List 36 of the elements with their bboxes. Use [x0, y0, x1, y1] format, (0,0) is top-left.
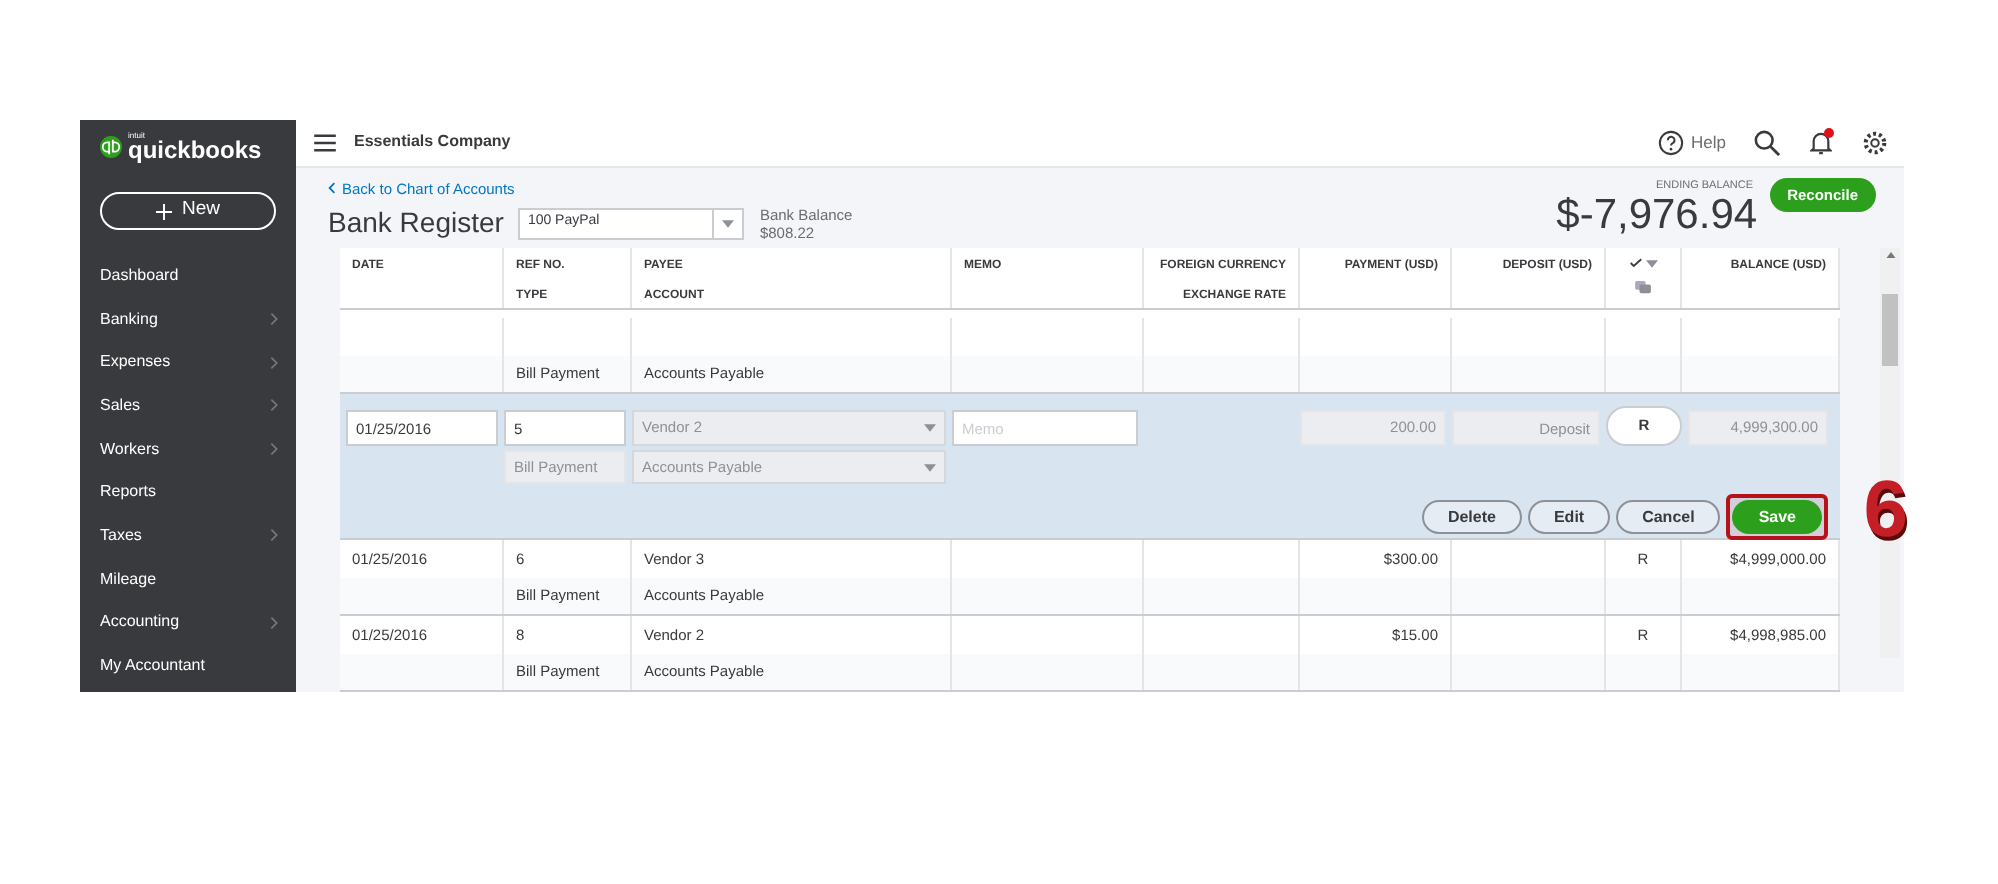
plus-icon	[155, 203, 172, 219]
chevron-left-icon	[328, 182, 336, 195]
action-button[interactable]: Delete	[1421, 500, 1522, 534]
sidebar-item[interactable]: Taxes	[80, 514, 296, 558]
sidebar-item[interactable]: My Accountant	[80, 644, 296, 688]
action-button[interactable]: Edit	[1527, 500, 1611, 534]
ending-balance-value: $-7,976.94	[1556, 194, 1758, 238]
caret-icon	[924, 424, 936, 432]
page-title: Bank Register	[328, 204, 504, 242]
search-icon[interactable]	[1754, 129, 1780, 156]
checkmark-icon[interactable]	[1629, 258, 1641, 268]
logo-text: quickbooks	[128, 138, 262, 162]
help-button[interactable]: Help	[1657, 129, 1726, 156]
caret-icon	[721, 219, 734, 227]
company-name: Essentials Company	[354, 130, 511, 155]
sidebar-item[interactable]: Reports	[80, 470, 296, 515]
caret-icon	[1645, 259, 1657, 267]
help-icon	[1657, 129, 1684, 156]
scroll-up-icon[interactable]	[1885, 252, 1895, 258]
new-button[interactable]: New	[100, 192, 276, 230]
sidebar-item[interactable]: Workers	[80, 427, 296, 471]
step-number: 6	[1863, 470, 1908, 550]
menu-icon[interactable]	[314, 133, 336, 152]
settings-icon[interactable]	[1862, 129, 1888, 156]
sidebar-item[interactable]: Accounting	[80, 601, 296, 645]
caret-icon	[924, 463, 936, 471]
action-button[interactable]: Cancel	[1616, 500, 1721, 534]
sidebar-item[interactable]: Sales	[80, 384, 296, 428]
copy-icon[interactable]	[1634, 280, 1652, 294]
sidebar-item[interactable]: Expenses	[80, 340, 296, 385]
notification-bell-icon[interactable]	[1810, 129, 1832, 156]
sidebar-item[interactable]: Dashboard	[80, 254, 296, 298]
sidebar-item[interactable]: Mileage	[80, 557, 296, 601]
sidebar-item[interactable]: Banking	[80, 297, 296, 341]
scrollbar-thumb[interactable]	[1882, 294, 1898, 366]
logo-icon	[100, 136, 122, 158]
